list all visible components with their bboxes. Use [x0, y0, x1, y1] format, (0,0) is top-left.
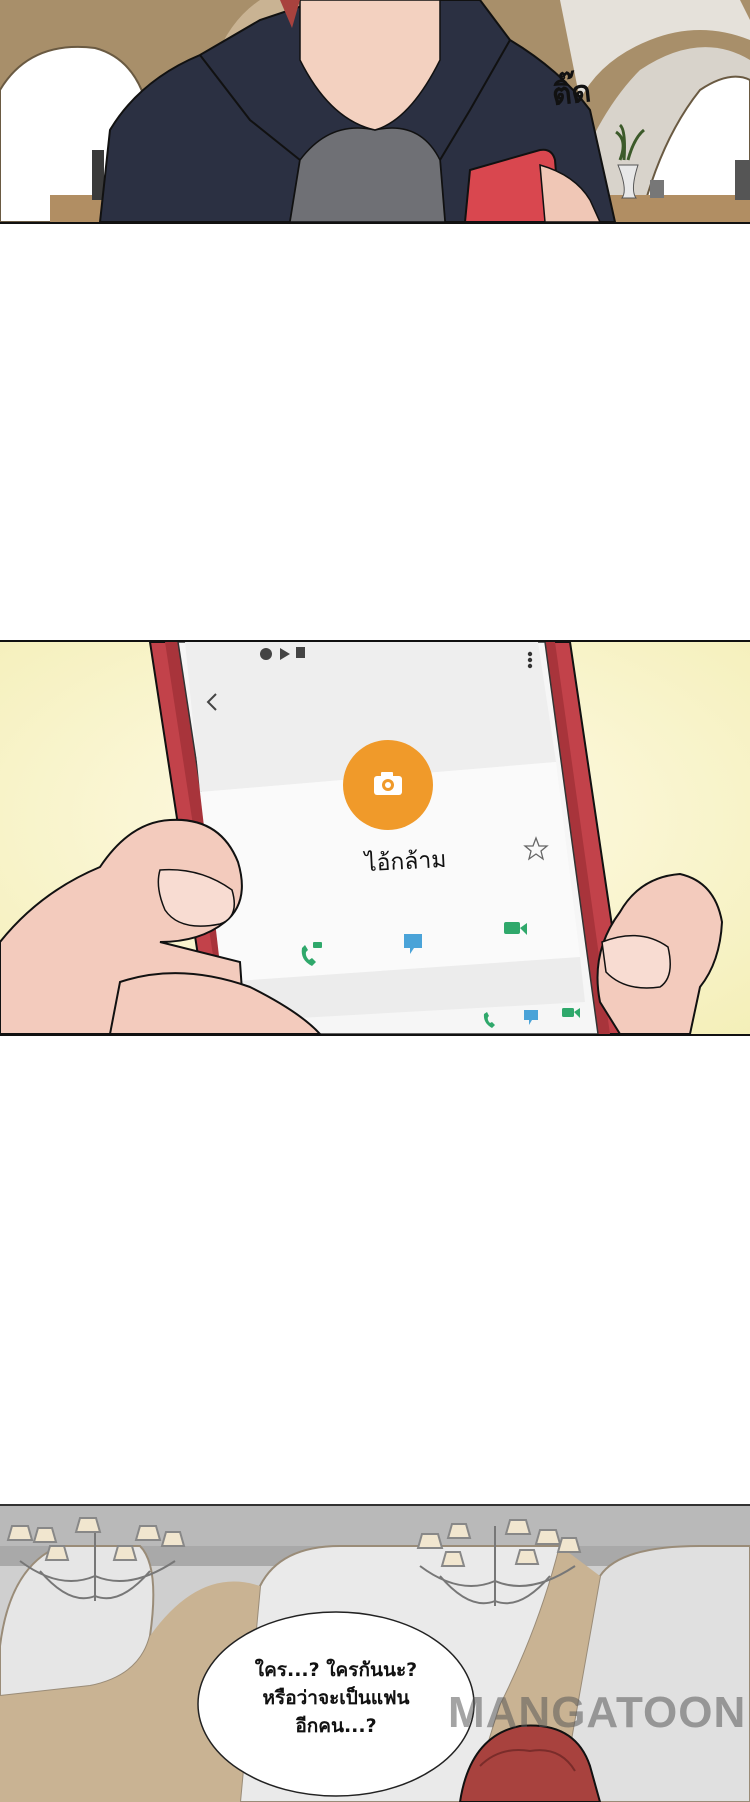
panel-phone-contact-screen: ไอ้กล้าม — [0, 640, 750, 1036]
panel-phone-contact-art — [0, 642, 750, 1034]
speech-bubble-text: ใคร...? ใครกันนะ? หรือว่าจะเป็นแฟน อีกคน… — [206, 1656, 466, 1740]
watermark: MANGATOON — [448, 1688, 746, 1738]
panel-restaurant-thought: ใคร...? ใครกันนะ? หรือว่าจะเป็นแฟน อีกคน… — [0, 1504, 750, 1802]
speech-line-3: อีกคน...? — [206, 1712, 466, 1740]
speech-line-2: หรือว่าจะเป็นแฟน — [206, 1684, 466, 1712]
panel-cafe-man-phone-art — [0, 0, 750, 222]
contact-name: ไอ้กล้าม — [364, 842, 447, 882]
more-vert-icon[interactable] — [528, 652, 532, 668]
panel-restaurant-art — [0, 1506, 750, 1802]
sound-effect-text: ติ๊ด — [550, 68, 594, 119]
camera-icon — [343, 740, 433, 830]
panel-cafe-man-phone: ติ๊ด — [0, 0, 750, 224]
speech-line-1: ใคร...? ใครกันนะ? — [206, 1656, 466, 1684]
